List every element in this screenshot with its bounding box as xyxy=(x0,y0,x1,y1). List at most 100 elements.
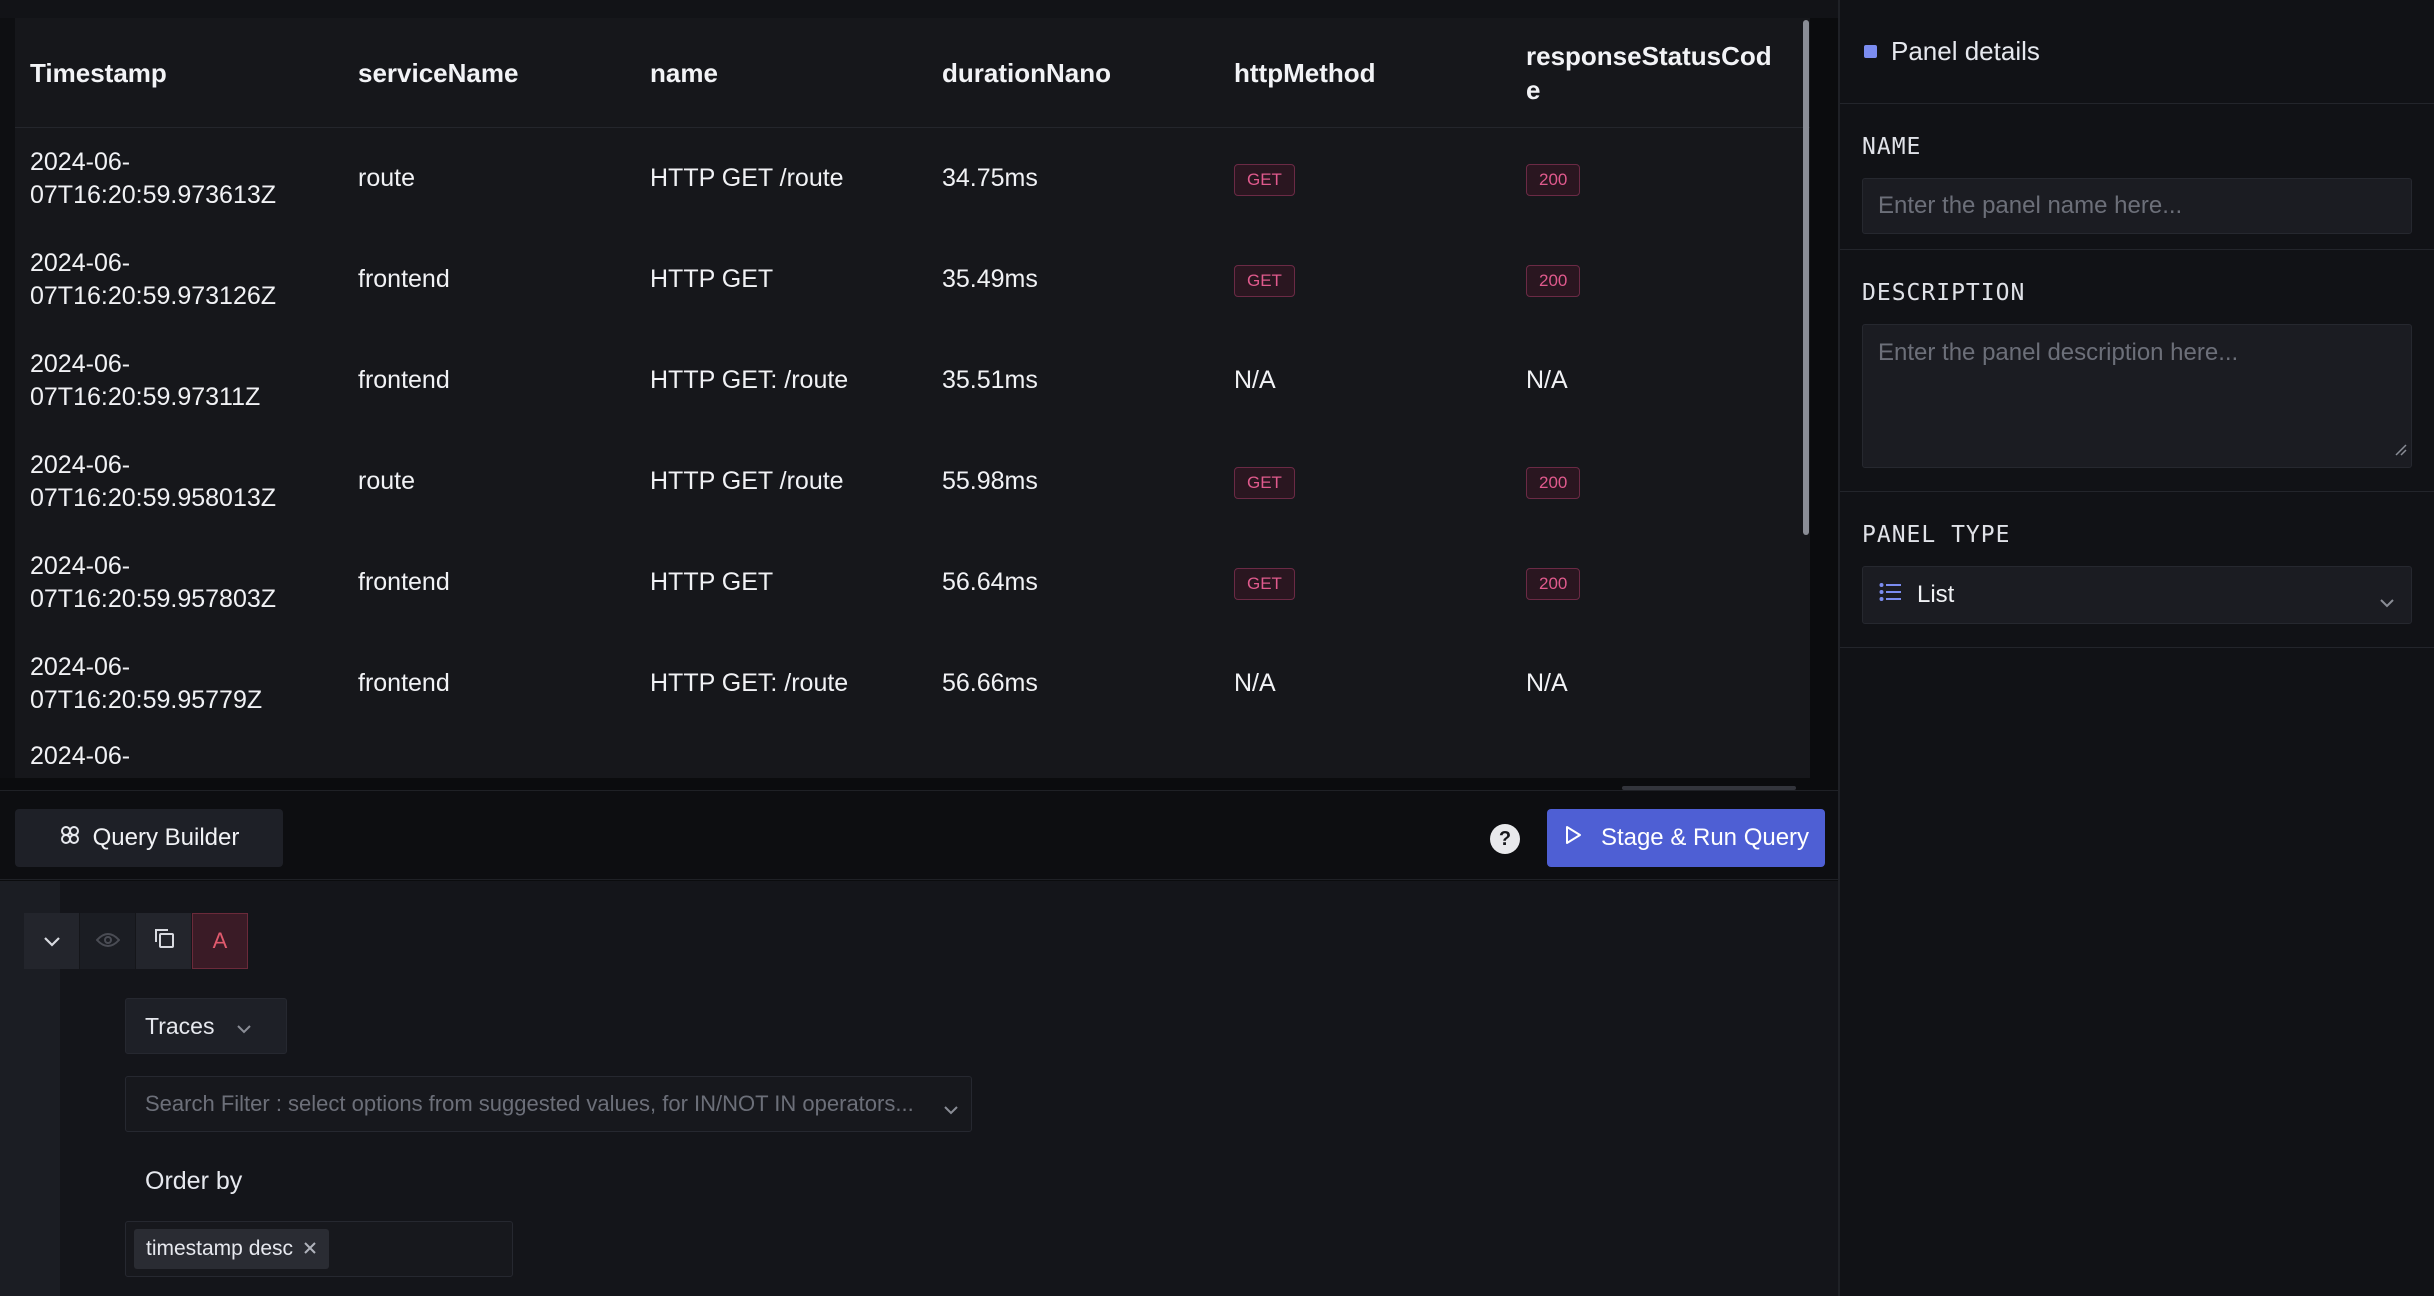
query-builder-area: A Traces Search Filter : select options … xyxy=(0,881,1838,1296)
status-code-cell: N/A xyxy=(1526,366,1568,394)
panel-description-label: DESCRIPTION xyxy=(1862,280,2026,306)
order-by-chip: timestamp desc xyxy=(134,1229,330,1269)
play-icon xyxy=(1563,824,1583,853)
collapse-query-button[interactable] xyxy=(24,913,80,969)
http-method-cell: GET xyxy=(1219,161,1511,196)
timestamp-line1: 2024-06- xyxy=(30,349,131,378)
order-by-chip-label: timestamp desc xyxy=(146,1237,294,1260)
service-name-cell: frontend xyxy=(358,568,450,596)
copy-icon xyxy=(152,926,176,956)
column-header-name[interactable]: name xyxy=(635,56,927,90)
timestamp-line1: 2024-06- xyxy=(30,147,131,176)
panel-details-header: Panel details xyxy=(1840,0,2434,104)
http-method-tag: GET xyxy=(1234,164,1295,196)
panel-name-input[interactable]: Enter the panel name here... xyxy=(1862,178,2412,234)
span-name-cell: HTTP GET: /route xyxy=(650,366,849,394)
query-builder-label: Query Builder xyxy=(92,824,240,851)
panel-details-sidebar: Panel details NAME Enter the panel name … xyxy=(1838,0,2434,1296)
status-code-tag: 200 xyxy=(1526,568,1581,600)
table-vertical-scrollbar[interactable] xyxy=(1803,20,1809,535)
column-header-http-method[interactable]: httpMethod xyxy=(1219,56,1511,90)
eye-icon xyxy=(95,928,120,954)
panel-type-section: PANEL TYPE List xyxy=(1840,492,2434,648)
http-method-tag: GET xyxy=(1234,568,1295,600)
panel-description-textarea[interactable]: Enter the panel description here... xyxy=(1862,324,2412,468)
span-name-cell: HTTP GET: /route xyxy=(650,669,849,697)
span-name-cell: HTTP GET /route xyxy=(650,467,844,495)
chevron-down-icon xyxy=(236,1013,252,1040)
column-header-timestamp[interactable]: Timestamp xyxy=(15,56,343,90)
span-name-cell: HTTP GET xyxy=(650,265,774,293)
timestamp-line2: 07T16:20:59.973126Z xyxy=(30,281,277,310)
order-by-select[interactable]: timestamp desc xyxy=(125,1221,513,1277)
query-builder-tab[interactable]: Query Builder xyxy=(15,809,283,867)
help-icon[interactable]: ? xyxy=(1490,824,1520,854)
table-row[interactable]: 2024-06- 07T16:20:59.97311Z frontend HTT… xyxy=(15,330,1810,431)
timestamp-line2: 07T16:20:59.973613Z xyxy=(30,180,277,209)
table-row[interactable]: 2024-06- 07T16:20:59.973126Z frontend HT… xyxy=(15,229,1810,330)
duration-cell: 56.64ms xyxy=(942,568,1038,596)
timestamp-line2: 07T16:20:59.95779Z xyxy=(30,685,263,714)
status-code-tag: 200 xyxy=(1526,467,1581,499)
stage-run-query-label: Stage & Run Query xyxy=(1600,824,1810,851)
panel-name-label: NAME xyxy=(1862,134,1922,160)
data-source-value: Traces xyxy=(145,1012,215,1039)
panel-description-placeholder: Enter the panel description here... xyxy=(1878,339,2239,366)
status-code-tag: 200 xyxy=(1526,164,1581,196)
timestamp-line1: 2024-06- xyxy=(30,551,131,580)
http-method-cell: GET xyxy=(1219,565,1511,600)
status-code-cell: N/A xyxy=(1526,669,1568,697)
panel-dot-icon xyxy=(1864,45,1877,58)
panel-description-section: DESCRIPTION Enter the panel description … xyxy=(1840,250,2434,492)
timestamp-cell: 2024-06- 07T16:20:59.973613Z xyxy=(15,146,343,212)
duration-cell: 35.51ms xyxy=(942,366,1038,394)
timestamp-line1: 2024-06- xyxy=(30,652,131,681)
top-strip xyxy=(0,0,1838,18)
table-row[interactable]: 2024-06- 07T16:20:59.973613Z route HTTP … xyxy=(15,128,1810,229)
panel-type-value: List xyxy=(1917,581,1955,608)
panel-type-label: PANEL TYPE xyxy=(1862,522,2011,548)
service-name-cell: route xyxy=(358,467,415,495)
duplicate-query-button[interactable] xyxy=(136,913,192,969)
chevron-down-icon xyxy=(42,928,62,954)
results-table: Timestamp serviceName name durationNano … xyxy=(15,18,1810,778)
timestamp-cell: 2024-06- 07T16:20:59.957803Z xyxy=(15,550,343,616)
column-header-duration[interactable]: durationNano xyxy=(927,56,1219,90)
timestamp-line1: 2024-06- xyxy=(30,248,131,277)
app-root: Timestamp serviceName name durationNano … xyxy=(0,0,2434,1296)
duration-cell: 35.49ms xyxy=(942,265,1038,293)
query-builder-icon xyxy=(59,824,81,853)
table-row[interactable]: 2024-06- xyxy=(15,734,1810,774)
table-row[interactable]: 2024-06- 07T16:20:59.958013Z route HTTP … xyxy=(15,431,1810,532)
timestamp-line1: 2024-06- xyxy=(30,742,131,770)
panel-name-placeholder: Enter the panel name here... xyxy=(1878,192,2183,219)
toggle-visibility-button[interactable] xyxy=(80,913,136,969)
search-filter-placeholder: Search Filter : select options from sugg… xyxy=(145,1091,914,1116)
column-header-service-name[interactable]: serviceName xyxy=(343,56,635,90)
query-controls: A xyxy=(24,913,248,969)
resize-handle-icon[interactable] xyxy=(2393,435,2407,463)
query-letter-badge[interactable]: A xyxy=(192,913,248,969)
duration-cell: 34.75ms xyxy=(942,164,1038,192)
timestamp-cell: 2024-06- 07T16:20:59.97311Z xyxy=(15,348,343,414)
service-name-cell: frontend xyxy=(358,366,450,394)
search-filter-input[interactable]: Search Filter : select options from sugg… xyxy=(125,1076,972,1132)
table-row[interactable]: 2024-06- 07T16:20:59.95779Z frontend HTT… xyxy=(15,633,1810,734)
column-header-response-status-code[interactable]: responseStatusCode xyxy=(1511,39,1785,107)
table-row[interactable]: 2024-06- 07T16:20:59.957803Z frontend HT… xyxy=(15,532,1810,633)
status-code-cell: 200 xyxy=(1511,161,1785,196)
data-source-select[interactable]: Traces xyxy=(125,998,287,1054)
http-method-cell: GET xyxy=(1219,464,1511,499)
service-name-cell: route xyxy=(358,164,415,192)
list-icon xyxy=(1879,581,1903,609)
panel-details-title: Panel details xyxy=(1891,36,2040,66)
status-code-cell: 200 xyxy=(1511,262,1785,297)
span-name-cell: HTTP GET /route xyxy=(650,164,844,192)
http-method-cell: GET xyxy=(1219,262,1511,297)
http-method-tag: GET xyxy=(1234,265,1295,297)
timestamp-line2: 07T16:20:59.97311Z xyxy=(30,382,261,411)
panel-type-select[interactable]: List xyxy=(1862,566,2412,624)
timestamp-cell: 2024-06- xyxy=(15,740,343,773)
close-icon[interactable] xyxy=(303,1237,317,1261)
stage-run-query-button[interactable]: Stage & Run Query xyxy=(1547,809,1825,867)
